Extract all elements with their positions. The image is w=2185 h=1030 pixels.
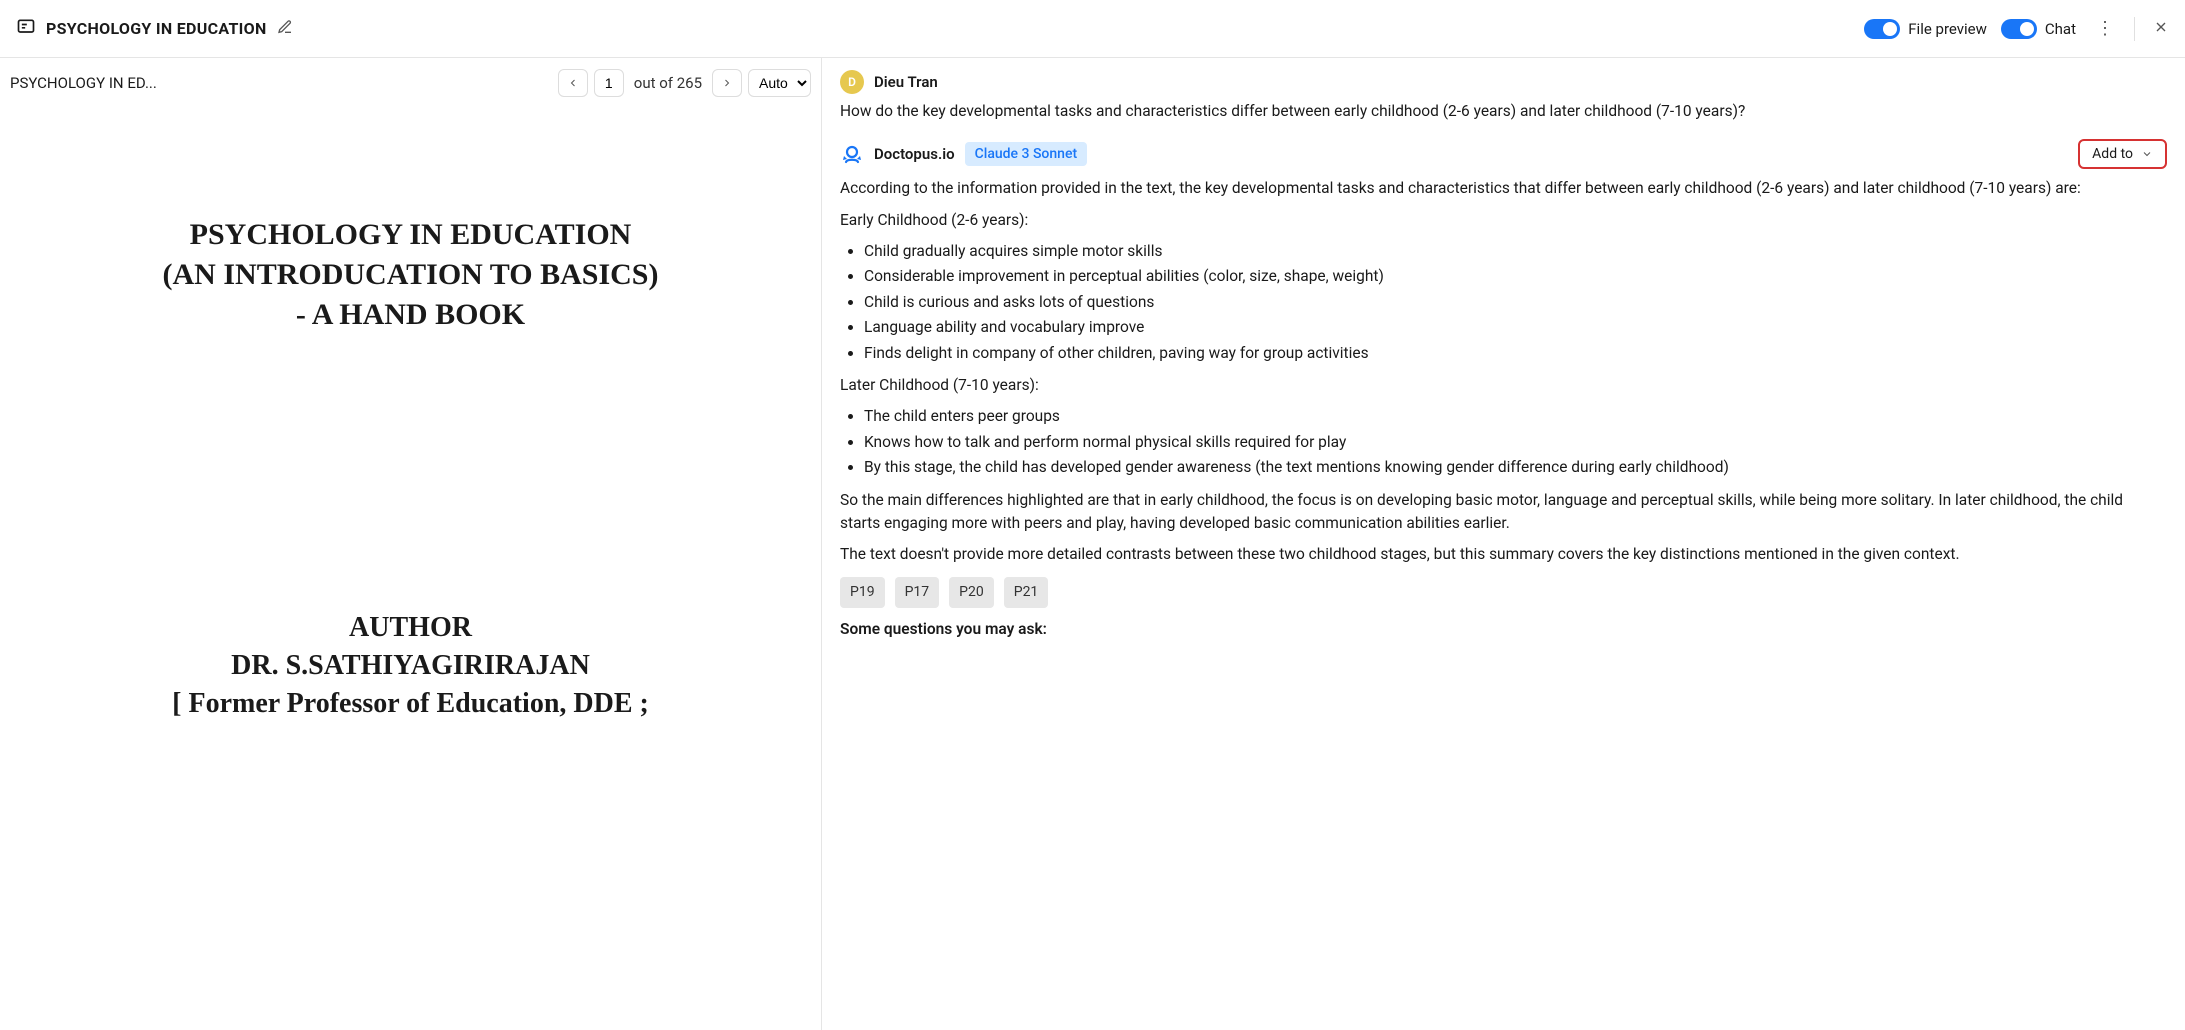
page-tag[interactable]: P21 (1004, 577, 1049, 608)
divider (2134, 17, 2135, 41)
header-left: PSYCHOLOGY IN EDUCATION (16, 17, 293, 41)
bot-response: According to the information provided in… (840, 177, 2167, 641)
doc-author-title: [ Former Professor of Education, DDE ; (80, 688, 741, 720)
bot-message: Doctopus.io Claude 3 Sonnet Add to Accor… (840, 139, 2167, 641)
chat-toggle-group: Chat (2001, 19, 2076, 39)
user-message: D Dieu Tran How do the key developmental… (840, 70, 2167, 123)
more-menu-icon[interactable]: ⋮ (2090, 14, 2120, 43)
header-right: File preview Chat ⋮ (1864, 14, 2169, 43)
list-item: Language ability and vocabulary improve (864, 316, 2167, 338)
list-item: Knows how to talk and perform normal phy… (864, 431, 2167, 453)
followup-label: Some questions you may ask: (840, 618, 2167, 641)
doc-author-name: DR. S.SATHIYAGIRIRAJAN (80, 650, 741, 682)
bot-summary-2: The text doesn't provide more detailed c… (840, 543, 2167, 566)
list-item: Considerable improvement in perceptual a… (864, 265, 2167, 287)
page-total: out of 265 (634, 74, 702, 92)
preview-toolbar: PSYCHOLOGY IN ED... out of 265 Auto (0, 58, 821, 108)
main-content: PSYCHOLOGY IN ED... out of 265 Auto PSYC… (0, 58, 2185, 1030)
model-badge: Claude 3 Sonnet (965, 142, 1088, 166)
zoom-select[interactable]: Auto (748, 69, 811, 97)
preview-pane: PSYCHOLOGY IN ED... out of 265 Auto PSYC… (0, 58, 822, 1030)
page-tag[interactable]: P17 (895, 577, 940, 608)
later-childhood-list: The child enters peer groups Knows how t… (864, 405, 2167, 478)
prev-page-button[interactable] (558, 69, 588, 97)
user-question: How do the key developmental tasks and c… (840, 100, 2167, 123)
doc-title-3: - A HAND BOOK (80, 298, 741, 332)
file-preview-label: File preview (1908, 20, 1987, 38)
bot-intro: According to the information provided in… (840, 177, 2167, 200)
user-avatar: D (840, 70, 864, 94)
preview-title: PSYCHOLOGY IN ED... (10, 74, 157, 92)
list-item: Child gradually acquires simple motor sk… (864, 240, 2167, 262)
close-icon[interactable] (2149, 19, 2169, 39)
file-preview-toggle-group: File preview (1864, 19, 1987, 39)
list-item: Finds delight in company of other childr… (864, 342, 2167, 364)
document-page: PSYCHOLOGY IN EDUCATION (AN INTRODUCATIO… (0, 108, 821, 1030)
bot-msg-header: Doctopus.io Claude 3 Sonnet Add to (840, 139, 2167, 169)
user-msg-header: D Dieu Tran (840, 70, 2167, 94)
bot-summary-1: So the main differences highlighted are … (840, 489, 2167, 536)
bot-name: Doctopus.io (874, 145, 955, 163)
add-to-button[interactable]: Add to (2078, 139, 2167, 169)
chat-label: Chat (2045, 20, 2076, 38)
add-to-label: Add to (2092, 146, 2133, 162)
document-viewport[interactable]: PSYCHOLOGY IN EDUCATION (AN INTRODUCATIO… (0, 108, 821, 1030)
page-tag[interactable]: P20 (949, 577, 994, 608)
doc-title-1: PSYCHOLOGY IN EDUCATION (80, 218, 741, 252)
page-tag[interactable]: P19 (840, 577, 885, 608)
next-page-button[interactable] (712, 69, 742, 97)
list-item: The child enters peer groups (864, 405, 2167, 427)
list-item: Child is curious and asks lots of questi… (864, 291, 2167, 313)
list-item: By this stage, the child has developed g… (864, 456, 2167, 478)
document-icon (16, 17, 36, 41)
page-tags: P19 P17 P20 P21 (840, 577, 2167, 608)
page-input[interactable] (594, 69, 624, 97)
chat-toggle[interactable] (2001, 19, 2037, 39)
pager: out of 265 Auto (558, 69, 811, 97)
file-preview-toggle[interactable] (1864, 19, 1900, 39)
user-name: Dieu Tran (874, 73, 938, 91)
doc-author-label: AUTHOR (80, 612, 741, 644)
app-header: PSYCHOLOGY IN EDUCATION File preview Cha… (0, 0, 2185, 58)
edit-icon[interactable] (277, 19, 293, 39)
chevron-down-icon (2141, 148, 2153, 160)
doc-title-2: (AN INTRODUCATION TO BASICS) (80, 258, 741, 292)
bot-avatar-icon (840, 142, 864, 166)
early-childhood-list: Child gradually acquires simple motor sk… (864, 240, 2167, 364)
page-title: PSYCHOLOGY IN EDUCATION (46, 19, 267, 38)
later-childhood-label: Later Childhood (7-10 years): (840, 374, 2167, 397)
early-childhood-label: Early Childhood (2-6 years): (840, 209, 2167, 232)
chat-pane[interactable]: D Dieu Tran How do the key developmental… (822, 58, 2185, 1030)
